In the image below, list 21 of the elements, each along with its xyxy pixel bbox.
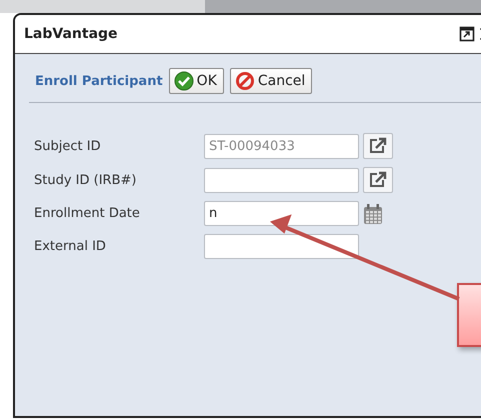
input-field[interactable]: [204, 168, 359, 192]
callout-box: [457, 283, 481, 347]
field-label: Enrollment Date: [34, 206, 141, 221]
open-link-button[interactable]: [363, 133, 393, 159]
input-field[interactable]: ST-00094033: [204, 134, 359, 158]
cancel-button[interactable]: Cancel: [230, 68, 312, 94]
form-title: Enroll Participant: [35, 74, 163, 88]
ok-button[interactable]: OK: [168, 68, 224, 94]
prohibited-icon: [234, 71, 255, 91]
calendar-icon[interactable]: [363, 202, 383, 224]
input-field[interactable]: [204, 234, 359, 259]
window-title: LabVantage: [24, 26, 119, 42]
check-icon: [174, 71, 194, 91]
field-label: Subject ID: [34, 138, 102, 154]
open-link-button[interactable]: [363, 167, 393, 193]
external-link-icon: [368, 137, 388, 155]
field-label: Study ID (IRB#): [34, 172, 138, 188]
field-label: External ID: [34, 239, 107, 254]
restore-icon[interactable]: [459, 26, 475, 42]
external-link-icon: [368, 171, 388, 189]
date-field[interactable]: n: [204, 201, 359, 226]
